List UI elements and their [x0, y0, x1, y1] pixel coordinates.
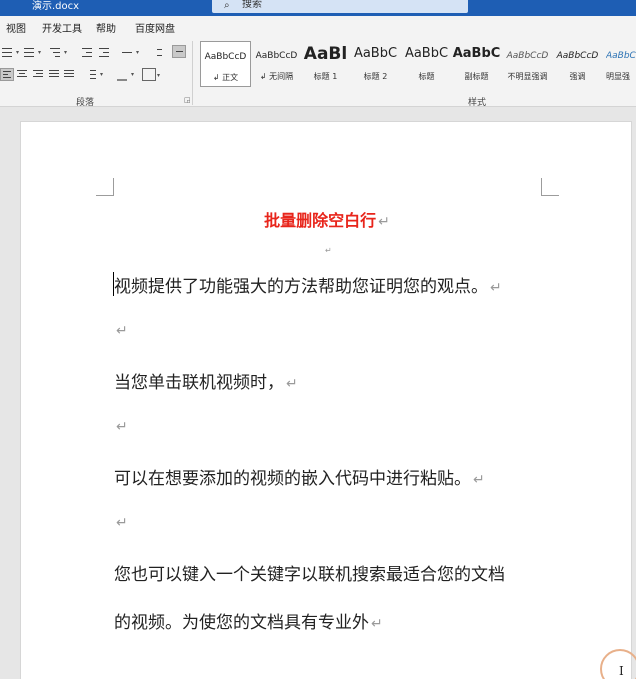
document-canvas[interactable]: 批量删除空白行 ↵ ↵ 视频提供了功能强大的方法帮助您证明您的观点。 ↵ ↵ 当您单… — [0, 107, 636, 679]
style-subtitle[interactable]: AaBbC 副标题 — [451, 41, 502, 87]
style-normal[interactable]: AaBbCcD ↲ 正文 — [200, 41, 251, 87]
paragraph-mark-small: ↵ — [325, 246, 332, 255]
style-heading-1[interactable]: AaBl 标题 1 — [300, 41, 351, 87]
empty-line-2[interactable]: ↵ — [114, 416, 128, 436]
title-bar: 演示.docx ⌕ 搜索 — [0, 0, 636, 16]
decrease-indent-button[interactable] — [80, 46, 94, 59]
search-box[interactable]: ⌕ 搜索 — [212, 0, 468, 13]
style-no-spacing[interactable]: AaBbCcD ↲ 无间隔 — [251, 41, 302, 87]
tab-view[interactable]: 视图 — [6, 20, 26, 35]
ribbon: ▾ ▾ ▾ ▾ ▾ ▾ ▾ 段落 ◲ AaBbCcD ↲ 正文 AaBbCcD … — [0, 37, 636, 108]
sort-button[interactable] — [150, 46, 164, 59]
body-line-3[interactable]: 可以在想要添加的视频的嵌入代码中进行粘贴。 ↵ — [114, 464, 485, 489]
margin-corner-top-left — [96, 178, 114, 196]
click-highlight-ring — [600, 649, 636, 679]
tab-help[interactable]: 帮助 — [96, 20, 116, 35]
paragraph-dialog-launcher-icon[interactable]: ◲ — [184, 96, 191, 104]
styles-gallery: AaBbCcD ↲ 正文 AaBbCcD ↲ 无间隔 AaBl 标题 1 AaB… — [198, 41, 636, 91]
shading-button[interactable]: ▾ — [115, 68, 134, 81]
tab-developer[interactable]: 开发工具 — [42, 20, 82, 35]
align-center-button[interactable] — [15, 68, 29, 81]
search-icon: ⌕ — [224, 0, 230, 11]
show-formatting-marks-button[interactable] — [172, 45, 186, 58]
margin-corner-top-right — [541, 178, 559, 196]
body-line-2[interactable]: 当您单击联机视频时， ↵ — [114, 368, 298, 393]
numbering-button[interactable]: ▾ — [22, 46, 41, 59]
borders-button[interactable]: ▾ — [142, 68, 160, 81]
group-divider — [192, 41, 193, 105]
style-heading-2[interactable]: AaBbC 标题 2 — [350, 41, 401, 87]
align-left-button[interactable] — [0, 68, 14, 81]
body-line-1[interactable]: 视频提供了功能强大的方法帮助您证明您的观点。 ↵ — [114, 272, 502, 297]
line-spacing-button[interactable]: ▾ — [84, 68, 103, 81]
bullets-button[interactable]: ▾ — [0, 46, 19, 59]
multilevel-list-button[interactable]: ▾ — [48, 46, 67, 59]
empty-line-1[interactable]: ↵ — [114, 320, 128, 340]
chinese-layout-button[interactable]: ▾ — [120, 46, 139, 59]
search-placeholder: 搜索 — [242, 0, 262, 10]
style-intense-emphasis[interactable]: AaBbCcD 明显强 — [602, 41, 636, 87]
style-title[interactable]: AaBbC 标题 — [401, 41, 452, 87]
document-name[interactable]: 演示.docx — [32, 0, 79, 16]
ibeam-cursor-icon: I — [619, 664, 624, 678]
paragraph-mark: ↵ — [378, 214, 390, 230]
body-line-5[interactable]: 的视频。为使您的文档具有专业外 ↵ — [114, 608, 383, 633]
distributed-button[interactable] — [62, 68, 76, 81]
ribbon-tabs: 视图 开发工具 帮助 百度网盘 — [0, 16, 636, 37]
style-subtle-emphasis[interactable]: AaBbCcD 不明显强调 — [502, 41, 553, 87]
document-title[interactable]: 批量删除空白行 ↵ — [21, 207, 633, 231]
style-emphasis[interactable]: AaBbCcD 强调 — [552, 41, 603, 87]
body-line-4[interactable]: 您也可以键入一个关键字以联机搜索最适合您的文档 — [114, 560, 505, 585]
document-page[interactable]: 批量删除空白行 ↵ ↵ 视频提供了功能强大的方法帮助您证明您的观点。 ↵ ↵ 当您单… — [20, 121, 632, 679]
tab-baidu-netdisk[interactable]: 百度网盘 — [135, 20, 175, 35]
align-right-button[interactable] — [31, 68, 45, 81]
increase-indent-button[interactable] — [97, 46, 111, 59]
justify-button[interactable] — [47, 68, 61, 81]
empty-line-3[interactable]: ↵ — [114, 512, 128, 532]
